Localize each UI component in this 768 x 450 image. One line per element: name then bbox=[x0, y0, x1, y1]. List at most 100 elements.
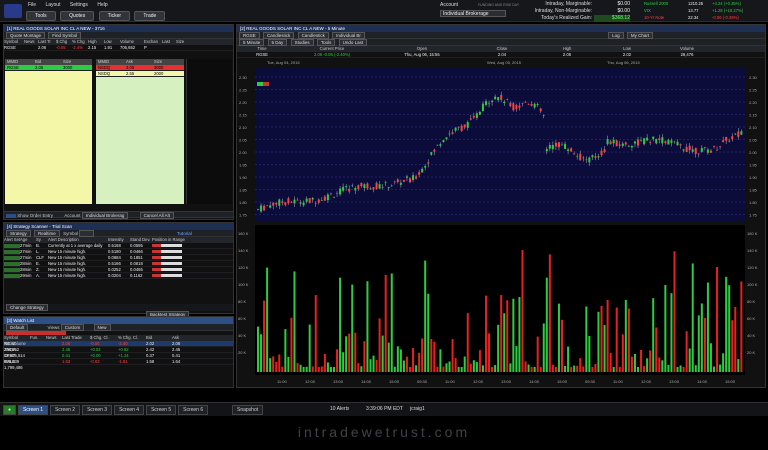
show-order-entry-label[interactable]: Show Order Entry bbox=[17, 213, 53, 218]
candle-body bbox=[351, 185, 354, 187]
candle-body bbox=[685, 146, 688, 152]
volume-bar bbox=[655, 327, 658, 372]
symbol-input[interactable] bbox=[79, 230, 94, 237]
watch-cell: -1.81 bbox=[118, 359, 128, 364]
view-select[interactable]: Custom bbox=[60, 324, 85, 331]
volume-bar bbox=[488, 333, 491, 372]
volume-bar bbox=[518, 297, 521, 372]
volume-bar bbox=[494, 365, 497, 372]
order-entry-toggle[interactable] bbox=[6, 213, 16, 218]
x-tick-label: 09:30 bbox=[585, 379, 596, 384]
cancel-all-button[interactable]: Cancel All Alt bbox=[139, 212, 174, 219]
app-logo bbox=[4, 4, 22, 18]
candle-body bbox=[290, 202, 293, 203]
range-bar bbox=[152, 244, 182, 247]
volume-bar bbox=[688, 348, 691, 372]
screen-tab[interactable]: Screen 2 bbox=[50, 405, 81, 415]
strategy-select[interactable]: Strategy bbox=[6, 230, 31, 237]
chart-info-row: RGSE 2.06 -0.05 (-2.40%) Thu, Aug 06, 15:5… bbox=[237, 52, 765, 58]
volume-bar bbox=[709, 343, 712, 372]
volume-bar bbox=[603, 325, 606, 372]
tab-ticker[interactable]: Ticker bbox=[98, 11, 131, 21]
snapshot-button[interactable]: Snapshot bbox=[232, 405, 264, 415]
chart-symbol-input[interactable]: RGSE bbox=[239, 32, 260, 39]
screen-tab[interactable]: Screen 5 bbox=[146, 405, 177, 415]
level2-panel: [1] REAL GOODS SOLAR INC CL A NEW - 3716… bbox=[3, 24, 234, 220]
candle-body bbox=[369, 188, 372, 190]
menu-help[interactable]: Help bbox=[97, 2, 107, 8]
watch-row[interactable]: GALE 1.63 -0.03 -1.81 1.58 1.641,799,486 bbox=[4, 359, 233, 370]
candle-body bbox=[670, 140, 673, 143]
volume-bar bbox=[323, 353, 326, 372]
volume-bar bbox=[320, 366, 323, 372]
realtime-select[interactable]: Realtime bbox=[34, 230, 60, 237]
menu-layout[interactable]: Layout bbox=[45, 2, 60, 8]
tab-tools[interactable]: Tools bbox=[26, 11, 56, 21]
list-select[interactable]: Default bbox=[6, 324, 29, 331]
screen-tab[interactable]: Screen 1 bbox=[18, 405, 49, 415]
menu-file[interactable]: File bbox=[28, 2, 36, 8]
scanner-row[interactable]: 29min A. New 15 minute high. 0.0204 0.1162 bbox=[4, 273, 233, 279]
volume-bar bbox=[557, 303, 560, 372]
chart-type-select[interactable]: Candlestick bbox=[263, 32, 295, 39]
new-list-button[interactable]: New bbox=[93, 324, 111, 331]
candle-body bbox=[719, 146, 722, 147]
volume-bar bbox=[269, 358, 272, 372]
tools-button[interactable]: Tools bbox=[316, 39, 336, 46]
y-tick-label: 2.10 bbox=[239, 125, 248, 130]
menu-settings[interactable]: Settings bbox=[70, 2, 88, 8]
quote-montage-button[interactable]: Quote Montage bbox=[6, 32, 46, 39]
alerts-label[interactable]: 10 Alerts bbox=[330, 406, 349, 412]
book-cell: 2000 bbox=[154, 71, 164, 76]
undo-last-button[interactable]: Undo Last bbox=[338, 39, 368, 46]
volume-bar bbox=[630, 356, 633, 372]
quote-cell: 706,652 bbox=[120, 45, 136, 50]
log-toggle[interactable]: Log bbox=[608, 32, 624, 39]
range-select[interactable]: 5 Day bbox=[267, 39, 288, 46]
volume-bar bbox=[257, 326, 259, 372]
bid-row[interactable]: RGSE 2.05 3000 bbox=[5, 65, 92, 71]
candle-body bbox=[691, 149, 694, 152]
change-strategy-button[interactable]: Change Strategy bbox=[6, 304, 48, 311]
tutorial-link[interactable]: Tutorial bbox=[177, 231, 192, 236]
volume-bar bbox=[545, 277, 548, 372]
volume-bar bbox=[387, 342, 390, 372]
account-select[interactable]: Individual Brokerage bbox=[440, 10, 506, 17]
screen-tab[interactable]: Screen 3 bbox=[82, 405, 113, 415]
studies-button[interactable]: Studies bbox=[290, 39, 314, 46]
interval-select[interactable]: 5 Minute bbox=[239, 39, 265, 46]
chart-toolbar: RGSE Candlestick Candlestick Individual … bbox=[237, 32, 765, 39]
top-toolbar: File Layout Settings Help Tools Quotes T… bbox=[0, 0, 768, 22]
main-screen-button[interactable]: ● bbox=[3, 405, 17, 415]
account-select[interactable]: Individual Brokerag bbox=[81, 212, 129, 219]
my-chart-select[interactable]: My Chart bbox=[626, 32, 654, 39]
chart-type2-select[interactable]: Candlestick bbox=[297, 32, 329, 39]
y-tick-label: 1.85 bbox=[749, 188, 758, 193]
level2-quote-row[interactable]: RGSE 2.06 -0.05 -2.4% 2.15 1.91 706,652 P bbox=[4, 45, 233, 51]
y-tick-label: 2.25 bbox=[239, 88, 248, 93]
volume-bar bbox=[527, 364, 530, 372]
volume-bar bbox=[457, 366, 460, 372]
candle-body bbox=[518, 105, 521, 108]
chart-title: [2] REAL GOODS SOLAR INC CL A NEW - 5 Mi… bbox=[237, 25, 765, 32]
x-tick-label: 12:00 bbox=[641, 379, 652, 384]
index-value: 22.34 bbox=[688, 15, 699, 20]
tab-quotes[interactable]: Quotes bbox=[60, 11, 95, 21]
volume-bar bbox=[278, 354, 281, 372]
price-volume-chart[interactable]: 2.30 2.30 2.25 2.25 2.20 2.20 2.15 2.15 2.10 2.10… bbox=[237, 67, 765, 387]
candle-body bbox=[302, 202, 305, 206]
x-tick-label: 13:00 bbox=[501, 379, 512, 384]
symbol-label: Symbol bbox=[63, 231, 79, 236]
candle-body bbox=[539, 108, 542, 112]
ask-row[interactable]: NSDQ 2.55 2000 bbox=[96, 71, 184, 77]
screen-tab[interactable]: Screen 4 bbox=[114, 405, 145, 415]
volume-bar bbox=[290, 317, 293, 372]
tab-trade[interactable]: Trade bbox=[134, 11, 166, 21]
find-symbol-button[interactable]: Find Symbol bbox=[48, 32, 82, 39]
volume-bar bbox=[643, 366, 646, 372]
scanner-cell: 29min bbox=[20, 273, 32, 278]
chart-account-select[interactable]: Individual Br bbox=[332, 32, 365, 39]
volume-bar bbox=[354, 332, 357, 372]
screen-tab[interactable]: Screen 6 bbox=[178, 405, 209, 415]
date-label: Thu, Aug 06, 2015 bbox=[607, 60, 640, 65]
